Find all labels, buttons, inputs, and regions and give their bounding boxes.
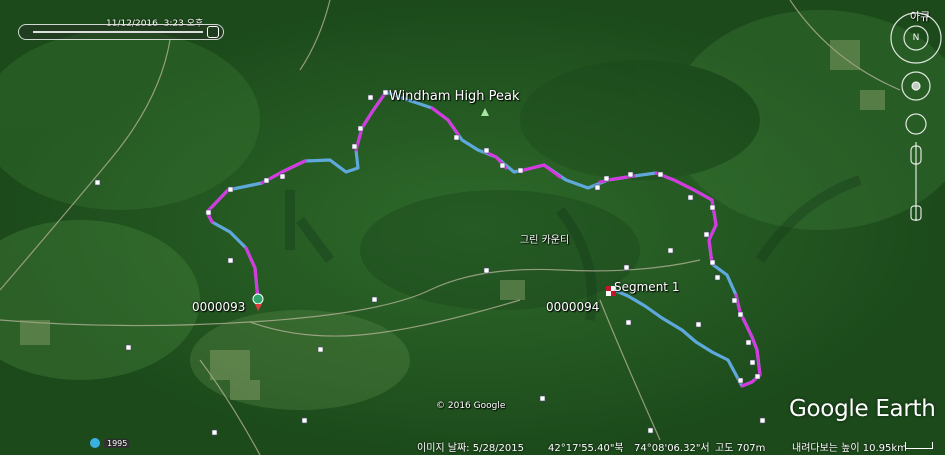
area-label: 그린 카운티: [520, 235, 570, 246]
status-bar: 1995 이미지 날짜: 5/28/2015 42°17'55.40"북 74°…: [0, 437, 945, 455]
imagery-date: 이미지 날짜: 5/28/2015: [417, 443, 525, 454]
imagery-year[interactable]: 1995: [104, 439, 131, 448]
marker-label-start: 0000093: [192, 300, 246, 314]
scale-bar: [905, 442, 933, 449]
historical-imagery-icon[interactable]: [90, 438, 100, 448]
longitude-readout: 74°08'06.32"서: [634, 443, 710, 454]
latitude-readout: 42°17'55.40"북: [548, 443, 624, 454]
time-slider-track: [33, 31, 203, 33]
navigation-controls[interactable]: N: [886, 6, 942, 246]
svg-text:N: N: [913, 33, 920, 43]
google-earth-logo: Google Earth: [789, 396, 936, 422]
copyright-text: © 2016 Google: [436, 401, 506, 411]
elevation-readout: 고도 707m: [715, 443, 766, 454]
segment-label: Segment 1: [614, 280, 680, 294]
marker-label-end: 0000094: [546, 300, 600, 314]
time-slider-knob[interactable]: [207, 26, 219, 38]
move-joystick-icon: [905, 113, 927, 135]
eye-altitude-readout: 내려다보는 높이 10.95km: [792, 443, 907, 454]
peak-label: Windham High Peak: [389, 89, 520, 104]
time-slider[interactable]: [18, 24, 224, 40]
satellite-map[interactable]: [0, 0, 945, 455]
